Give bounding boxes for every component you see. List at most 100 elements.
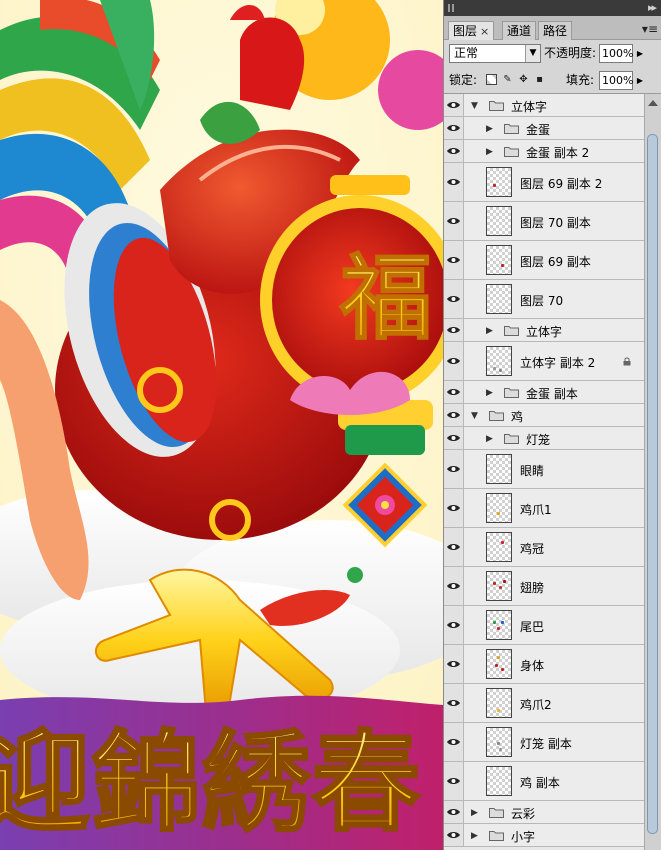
layer-group-row[interactable]: ▶ 金蛋 副本 [444,381,661,404]
layer-name[interactable]: 图层 70 副本 [520,214,591,231]
visibility-eye-icon[interactable] [444,319,464,341]
visibility-eye-icon[interactable] [444,140,464,162]
layer-group-row[interactable]: ▶ 灯笼 [444,427,661,450]
layer-row[interactable]: 图层 69 副本 [444,241,661,280]
layer-name[interactable]: 眼睛 [520,462,544,479]
visibility-eye-icon[interactable] [444,381,464,403]
layer-name[interactable]: 金蛋 副本 2 [526,144,589,161]
layer-name[interactable]: 小字 [511,828,535,845]
collapse-panel-icon[interactable]: ▸▸ [648,2,657,14]
layer-name[interactable]: 鸡冠 [520,540,544,557]
visibility-eye-icon[interactable] [444,450,464,488]
visibility-eye-icon[interactable] [444,762,464,800]
layer-row[interactable]: 鸡冠 [444,528,661,567]
layer-name[interactable]: 灯笼 副本 [520,735,572,752]
visibility-eye-icon[interactable] [444,427,464,449]
visibility-eye-icon[interactable] [444,280,464,318]
layer-name[interactable]: 立体字 [511,98,547,115]
visibility-eye-icon[interactable] [444,117,464,139]
visibility-eye-icon[interactable] [444,723,464,761]
layer-list-scrollbar[interactable] [644,94,661,850]
layer-name[interactable]: 立体字 副本 2 [520,354,595,371]
collapsed-triangle-icon[interactable]: ▶ [486,388,493,398]
layer-name[interactable]: 鸡爪2 [520,696,552,713]
layer-group-row[interactable]: ▶ 云彩 [444,801,661,824]
opacity-input[interactable]: 100% [599,44,633,63]
visibility-eye-icon[interactable] [444,404,464,426]
tab-channels[interactable]: 通道 [502,21,537,40]
visibility-eye-icon[interactable] [444,94,464,116]
layer-name[interactable]: 图层 69 副本 2 [520,175,602,192]
visibility-eye-icon[interactable] [444,163,464,201]
layer-name[interactable]: 翅膀 [520,579,544,596]
layer-row[interactable]: 鸡爪1 [444,489,661,528]
layer-name[interactable]: 云彩 [511,805,535,822]
layer-group-row[interactable]: ▶ 金蛋 [444,117,661,140]
panel-title-bar[interactable]: ▸▸ [444,0,661,16]
collapsed-triangle-icon[interactable]: ▶ [486,147,493,157]
visibility-eye-icon[interactable] [444,567,464,605]
layer-name[interactable]: 尾巴 [520,618,544,635]
layer-row[interactable]: 图层 70 [444,280,661,319]
close-tab-icon[interactable]: × [480,25,489,38]
fill-input[interactable]: 100% [599,71,633,90]
visibility-eye-icon[interactable] [444,489,464,527]
layer-group-row[interactable]: ▶ 金蛋 副本 2 [444,140,661,163]
visibility-eye-icon[interactable] [444,528,464,566]
visibility-eye-icon[interactable] [444,801,464,823]
layer-row[interactable]: 立体字 副本 2 [444,342,661,381]
collapsed-triangle-icon[interactable]: ▶ [486,326,493,336]
visibility-eye-icon[interactable] [444,342,464,380]
lock-all-icon[interactable]: ▪ [534,74,545,85]
visibility-eye-icon[interactable] [444,824,464,846]
layer-name[interactable]: 鸡 副本 [520,774,560,791]
layer-row[interactable]: 身体 [444,645,661,684]
layer-row[interactable]: 图层 70 副本 [444,202,661,241]
layer-name[interactable]: 身体 [520,657,544,674]
layer-group-row[interactable]: ▶ 立体字 [444,319,661,342]
collapsed-triangle-icon[interactable]: ▶ [486,434,493,444]
layer-group-row[interactable]: ▶ 小字 [444,824,661,847]
visibility-eye-icon[interactable] [444,202,464,240]
layer-list[interactable]: ▼ 立体字 ▶ 金蛋 ▶ 金蛋 副本 2 图层 69 副本 2 图层 70 副本 图层 69 副… [444,94,661,850]
grip-icon[interactable] [448,4,454,12]
layer-row[interactable]: 眼睛 [444,450,661,489]
blend-mode-select[interactable]: 正常 ▼ [449,44,541,63]
scrollbar-thumb[interactable] [647,134,658,834]
visibility-eye-icon[interactable] [444,645,464,683]
collapsed-triangle-icon[interactable]: ▶ [486,124,493,134]
document-canvas[interactable]: 福 迎錦綉春 [0,0,443,850]
scroll-up-icon[interactable] [648,100,658,106]
layer-group-row[interactable]: ▼ 立体字 [444,94,661,117]
layer-row[interactable]: 尾巴 [444,606,661,645]
tab-paths[interactable]: 路径 [538,21,573,40]
layer-row[interactable]: 鸡爪2 [444,684,661,723]
layer-name[interactable]: 金蛋 副本 [526,385,578,402]
visibility-eye-icon[interactable] [444,241,464,279]
layer-name[interactable]: 灯笼 [526,431,550,448]
lock-pixels-icon[interactable]: ✎ [502,74,513,85]
layer-row[interactable]: 鸡 副本 [444,762,661,801]
layer-row[interactable]: 灯笼 副本 [444,723,661,762]
lock-transparency-icon[interactable] [486,74,497,85]
layer-name[interactable]: 金蛋 [526,121,550,138]
tab-layers[interactable]: 图层 × [448,21,495,40]
layer-row[interactable]: 翅膀 [444,567,661,606]
expanded-triangle-icon[interactable]: ▼ [471,101,478,111]
layer-name[interactable]: 图层 70 [520,292,563,309]
layer-name[interactable]: 立体字 [526,323,562,340]
chevron-down-icon[interactable]: ▼ [525,45,540,62]
collapsed-triangle-icon[interactable]: ▶ [471,808,478,818]
collapsed-triangle-icon[interactable]: ▶ [471,831,478,841]
visibility-eye-icon[interactable] [444,684,464,722]
opacity-slider-icon[interactable]: ▶ [635,44,645,63]
layer-name[interactable]: 鸡爪1 [520,501,552,518]
panel-menu-icon[interactable]: ▾≡ [642,22,658,36]
layer-name[interactable]: 鸡 [511,408,523,425]
layer-group-row[interactable]: ▼ 鸡 [444,404,661,427]
visibility-eye-icon[interactable] [444,606,464,644]
lock-position-icon[interactable]: ✥ [518,74,529,85]
layer-name[interactable]: 图层 69 副本 [520,253,591,270]
expanded-triangle-icon[interactable]: ▼ [471,411,478,421]
layer-row[interactable]: 图层 69 副本 2 [444,163,661,202]
